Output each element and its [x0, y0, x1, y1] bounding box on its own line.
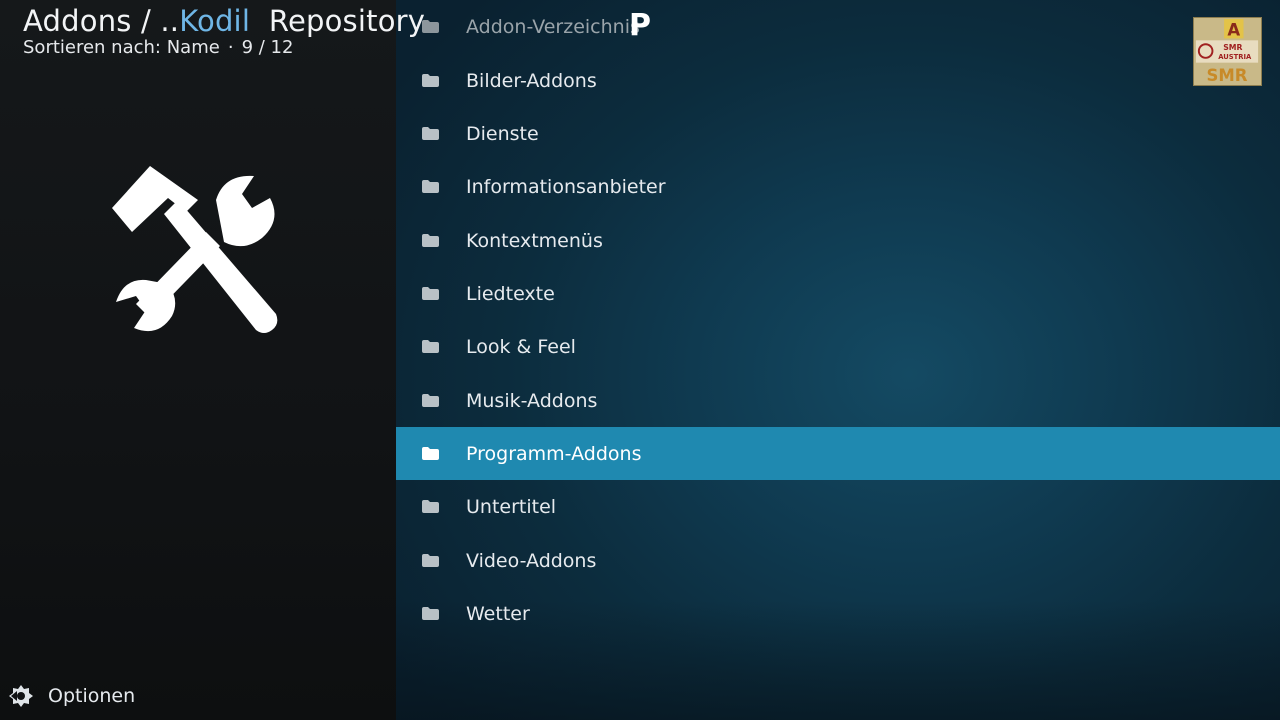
svg-text:AUSTRIA: AUSTRIA	[1218, 53, 1252, 61]
page-title: Addons / ..Kodil Repository	[23, 4, 425, 38]
folder-icon	[422, 340, 439, 353]
list-item-label: Dienste	[466, 122, 539, 145]
list-item[interactable]: Dienste	[396, 107, 1280, 160]
sort-status: Sortieren nach: Name · 9 / 12	[23, 37, 293, 58]
folder-icon	[422, 554, 439, 567]
svg-text:SMR: SMR	[1223, 43, 1242, 52]
list-item-selected[interactable]: Programm-Addons	[396, 427, 1280, 480]
list-item-label: Video-Addons	[466, 549, 597, 572]
list-item-label: Musik-Addons	[466, 389, 598, 412]
hammer-wrench-icon	[112, 166, 278, 333]
list-item-label: Addon-Verzeichnis	[466, 15, 640, 38]
list-item-label: Programm-Addons	[466, 442, 642, 465]
list-item[interactable]: Look & Feel	[396, 320, 1280, 373]
list-item[interactable]: Liedtexte	[396, 267, 1280, 320]
folder-icon	[422, 180, 439, 193]
sort-label: Sortieren nach: Name	[23, 37, 220, 58]
folder-icon	[422, 607, 439, 620]
list-item[interactable]: Addon-Verzeichnis	[396, 0, 1280, 53]
sort-separator: ·	[227, 37, 234, 58]
list-item[interactable]: Musik-Addons	[396, 374, 1280, 427]
svg-text:SMR: SMR	[1207, 66, 1248, 85]
title-accent: Kodil	[179, 4, 251, 38]
list-item[interactable]: Informationsanbieter	[396, 160, 1280, 213]
list-item-label: Bilder-Addons	[466, 69, 597, 92]
folder-icon	[422, 20, 439, 33]
title-prefix: Addons / ..	[23, 4, 180, 38]
left-preview-pane	[0, 0, 396, 720]
list-item-label: Liedtexte	[466, 282, 555, 305]
list-item[interactable]: Kontextmenüs	[396, 214, 1280, 267]
list-item[interactable]: Bilder-Addons	[396, 54, 1280, 107]
folder-icon	[422, 447, 439, 460]
options-button[interactable]: Optionen	[8, 684, 135, 708]
folder-icon	[422, 127, 439, 140]
folder-icon	[422, 500, 439, 513]
list-item-label: Untertitel	[466, 495, 557, 518]
channel-logo: A SMR AUSTRIA SMR	[1193, 17, 1262, 86]
folder-icon	[422, 234, 439, 247]
options-label: Optionen	[48, 685, 136, 707]
jump-letter-hint: P	[629, 8, 651, 43]
list-item-label: Kontextmenüs	[466, 229, 603, 252]
svg-text:A: A	[1227, 20, 1240, 39]
list-item-label: Informationsanbieter	[466, 175, 666, 198]
folder-icon	[422, 287, 439, 300]
list-item[interactable]: Wetter	[396, 587, 1280, 640]
addon-category-list: Addon-Verzeichnis Bilder-Addons Dienste …	[396, 0, 1280, 660]
list-item[interactable]: Untertitel	[396, 480, 1280, 533]
options-gear-icon	[9, 685, 33, 707]
list-item-label: Look & Feel	[466, 335, 576, 358]
list-item[interactable]: Video-Addons	[396, 534, 1280, 587]
folder-icon	[422, 394, 439, 407]
list-item-label: Wetter	[466, 602, 530, 625]
item-position: 9 / 12	[241, 37, 294, 58]
folder-icon	[422, 74, 439, 87]
